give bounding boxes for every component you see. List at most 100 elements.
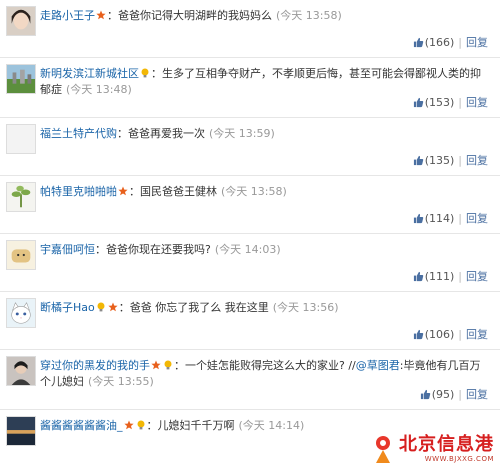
reply-button[interactable]: 回复 bbox=[466, 210, 488, 226]
username-link[interactable]: 穿过你的黑发的我的手 bbox=[40, 359, 150, 372]
watermark-name: 北京信息港 bbox=[399, 434, 494, 455]
comment-text: 宇嘉佃呵恒：爸爸你现在还要我吗? (今天 14:03) bbox=[40, 242, 488, 258]
reply-button[interactable]: 回复 bbox=[466, 152, 488, 168]
like-button[interactable]: (166) bbox=[413, 35, 455, 49]
like-count: (106) bbox=[424, 327, 455, 341]
thumbs-up-icon bbox=[413, 271, 424, 282]
thumbs-up-icon bbox=[413, 155, 424, 166]
like-button[interactable]: (114) bbox=[413, 211, 455, 225]
comment-item: 福兰土特产代购：爸爸再爱我一次 (今天 13:59) (135) | 回复 bbox=[0, 118, 500, 176]
watermark-logo-icon bbox=[376, 436, 390, 463]
reply-button[interactable]: 回复 bbox=[466, 34, 488, 50]
divider: | bbox=[458, 153, 462, 167]
username-link[interactable]: 酱酱酱酱酱酱油_ bbox=[40, 419, 123, 432]
username-link[interactable]: 福兰土特产代购 bbox=[40, 127, 117, 140]
avatar[interactable] bbox=[6, 124, 36, 154]
comment-time: (今天 13:56) bbox=[272, 301, 339, 314]
username-link[interactable]: 新明发滨江新城社区 bbox=[40, 67, 139, 80]
comment-item: 宇嘉佃呵恒：爸爸你现在还要我吗? (今天 14:03) (111) | 回复 bbox=[0, 234, 500, 292]
watermark-url: WWW.BJXXG.COM bbox=[424, 455, 494, 463]
like-count: (135) bbox=[424, 153, 455, 167]
comment-text: 断橘子Hao ：爸爸 你忘了我了么 我在这里 (今天 13:56) bbox=[40, 300, 488, 316]
thumbs-up-icon bbox=[420, 389, 431, 400]
reply-button[interactable]: 回复 bbox=[466, 268, 488, 284]
level-bulb-icon bbox=[140, 68, 150, 78]
comment-actions: (95) | 回复 bbox=[420, 386, 488, 402]
colon-separator: ： bbox=[146, 419, 158, 432]
comment-actions: (114) | 回复 bbox=[413, 210, 488, 226]
like-count: (95) bbox=[431, 387, 455, 401]
like-button[interactable]: (135) bbox=[413, 153, 455, 167]
like-count: (166) bbox=[424, 35, 455, 49]
comment-time: (今天 13:58) bbox=[276, 9, 342, 22]
reply-button[interactable]: 回复 bbox=[466, 386, 488, 402]
username-link[interactable]: 断橘子Hao bbox=[40, 301, 95, 314]
vip-star-icon bbox=[108, 302, 118, 312]
divider: | bbox=[458, 327, 462, 341]
like-count: (111) bbox=[424, 269, 455, 283]
comment-content: 一个娃怎能败得完这么大的家业? // bbox=[185, 359, 356, 372]
like-button[interactable]: (95) bbox=[420, 387, 455, 401]
comment-time: (今天 13:58) bbox=[221, 185, 287, 198]
comment-text: 走路小王子 ：爸爸你记得大明湖畔的我妈妈么 (今天 13:58) bbox=[40, 8, 488, 24]
comment-content: 爸爸 你忘了我了么 我在这里 bbox=[129, 301, 269, 314]
level-bulb-icon bbox=[163, 360, 173, 370]
comment-item: 断橘子Hao ：爸爸 你忘了我了么 我在这里 (今天 13:56) (106) | 回复 bbox=[0, 292, 500, 350]
comment-content: 爸爸你记得大明湖畔的我妈妈么 bbox=[118, 9, 272, 22]
comment-actions: (166) | 回复 bbox=[413, 34, 488, 50]
divider: | bbox=[458, 95, 462, 109]
username-link[interactable]: 宇嘉佃呵恒 bbox=[40, 243, 95, 256]
avatar[interactable] bbox=[6, 298, 36, 328]
comment-actions: (135) | 回复 bbox=[413, 152, 488, 168]
comment-feed: 走路小王子 ：爸爸你记得大明湖畔的我妈妈么 (今天 13:58) (166) | 回复 新明… bbox=[0, 0, 500, 458]
colon-separator: ： bbox=[107, 9, 118, 22]
comment-time: (今天 14:03) bbox=[214, 243, 281, 256]
colon-separator: ： bbox=[117, 127, 128, 140]
level-bulb-icon bbox=[136, 420, 146, 430]
comment-item: 走路小王子 ：爸爸你记得大明湖畔的我妈妈么 (今天 13:58) (166) | 回复 bbox=[0, 0, 500, 58]
colon-separator: ： bbox=[118, 301, 130, 314]
colon-separator: ： bbox=[174, 359, 185, 372]
divider: | bbox=[458, 387, 462, 401]
thumbs-up-icon bbox=[413, 329, 424, 340]
thumbs-up-icon bbox=[413, 97, 424, 108]
comment-actions: (106) | 回复 bbox=[413, 326, 488, 342]
avatar[interactable] bbox=[6, 356, 36, 386]
like-count: (153) bbox=[424, 95, 455, 109]
divider: | bbox=[458, 35, 462, 49]
comment-text: 酱酱酱酱酱酱油_ ：儿媳妇千千万啊 (今天 14:14) bbox=[40, 418, 488, 434]
comment-actions: (111) | 回复 bbox=[413, 268, 488, 284]
comment-time: (今天 14:14) bbox=[238, 419, 305, 432]
reply-button[interactable]: 回复 bbox=[466, 94, 488, 110]
comment-text: 福兰土特产代购：爸爸再爱我一次 (今天 13:59) bbox=[40, 126, 488, 142]
username-link[interactable]: 走路小王子 bbox=[40, 9, 95, 22]
divider: | bbox=[458, 269, 462, 283]
like-count: (114) bbox=[424, 211, 455, 225]
vip-star-icon bbox=[118, 186, 128, 196]
mention-link[interactable]: @草图君 bbox=[356, 359, 400, 372]
comment-content: 国民爸爸王健林 bbox=[140, 185, 217, 198]
like-button[interactable]: (153) bbox=[413, 95, 455, 109]
username-link[interactable]: 帕特里克啪啪啪 bbox=[40, 185, 117, 198]
avatar[interactable] bbox=[6, 6, 36, 36]
vip-star-icon bbox=[123, 420, 134, 430]
avatar[interactable] bbox=[6, 240, 36, 270]
avatar[interactable] bbox=[6, 416, 36, 446]
thumbs-up-icon bbox=[413, 213, 424, 224]
comment-item: 新明发滨江新城社区 ：生多了互相争夺财产，不孝顺更后悔，甚至可能会得鄙视人类的抑郁… bbox=[0, 58, 500, 118]
avatar[interactable] bbox=[6, 182, 36, 212]
comment-content: 爸爸再爱我一次 bbox=[128, 127, 205, 140]
comment-content: 儿媳妇千千万啊 bbox=[157, 419, 235, 432]
comment-time: (今天 13:55) bbox=[88, 375, 154, 388]
comment-item: 穿过你的黑发的我的手 ：一个娃怎能败得完这么大的家业? //@草图君:毕竟他有几百… bbox=[0, 350, 500, 410]
comment-item: 帕特里克啪啪啪 ：国民爸爸王健林 (今天 13:58) (114) | 回复 bbox=[0, 176, 500, 234]
vip-star-icon bbox=[96, 10, 106, 20]
avatar[interactable] bbox=[6, 64, 36, 94]
like-button[interactable]: (111) bbox=[413, 269, 455, 283]
like-button[interactable]: (106) bbox=[413, 327, 455, 341]
comment-time: (今天 13:59) bbox=[209, 127, 275, 140]
comment-content: 爸爸你现在还要我吗? bbox=[106, 243, 211, 256]
comment-time: (今天 13:48) bbox=[66, 83, 132, 96]
reply-button[interactable]: 回复 bbox=[466, 326, 488, 342]
colon-separator: ： bbox=[151, 67, 162, 80]
